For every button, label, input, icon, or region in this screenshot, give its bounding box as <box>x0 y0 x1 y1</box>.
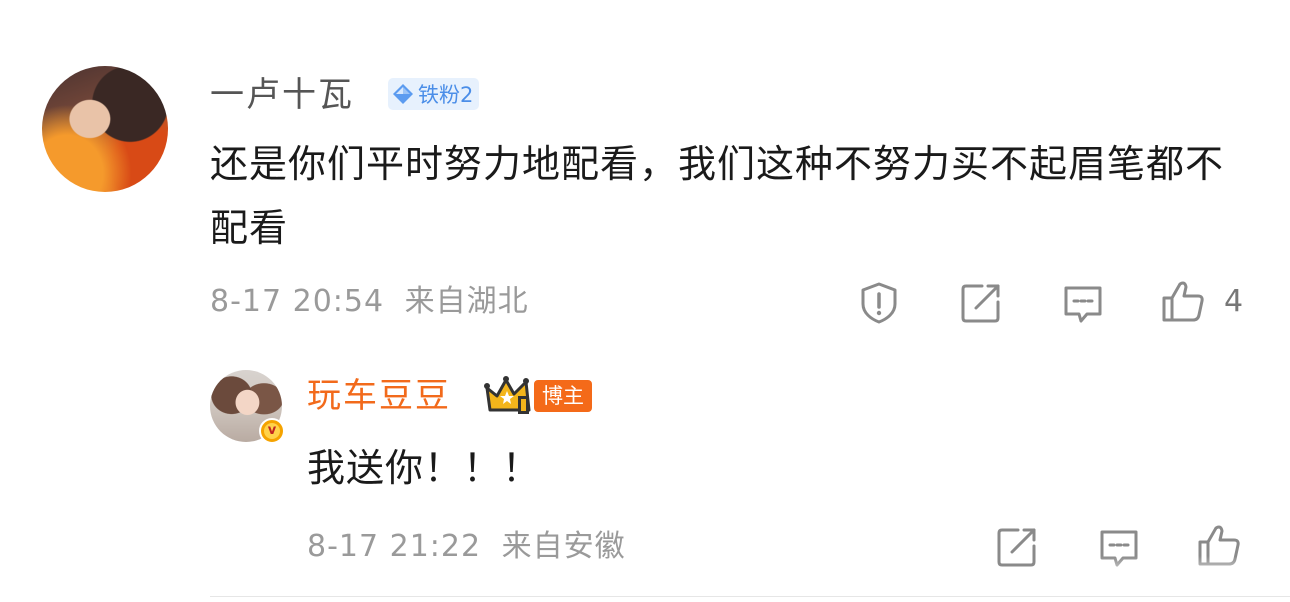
crown-icon <box>484 374 538 418</box>
reply-text: 我送你！！！ <box>307 446 542 490</box>
report-icon[interactable] <box>856 280 902 326</box>
fan-badge-label: 铁粉2 <box>418 83 474 107</box>
reply-location: 来自安徽 <box>501 529 626 564</box>
previous-item-cutoff <box>1088 0 1248 2</box>
reply-meta: 8-17 21:22 来自安徽 <box>307 529 626 565</box>
reply-username[interactable]: 玩车豆豆 <box>307 376 451 416</box>
comment-username[interactable]: 一卢十瓦 <box>210 75 354 115</box>
comment-location: 来自湖北 <box>404 284 529 319</box>
reply-icon[interactable] <box>1060 280 1106 326</box>
reply-time: 8-17 21:22 <box>307 529 482 564</box>
like-icon[interactable] <box>1160 278 1206 324</box>
fan-badge[interactable]: 铁粉2 <box>388 78 480 110</box>
blogger-badge: 博主 <box>534 380 592 412</box>
repost-icon[interactable] <box>958 280 1004 326</box>
comment-time: 8-17 20:54 <box>210 284 385 319</box>
divider <box>210 596 1290 597</box>
diamond-icon <box>392 83 414 105</box>
repost-icon[interactable] <box>994 524 1040 570</box>
like-count: 4 <box>1224 284 1244 319</box>
avatar[interactable] <box>42 66 168 192</box>
comment-text: 还是你们平时努力地配看，我们这种不努力买不起眉笔都不配看 <box>210 142 1225 250</box>
comment-meta: 8-17 20:54 来自湖北 <box>210 284 529 320</box>
verified-badge: v <box>259 418 285 444</box>
